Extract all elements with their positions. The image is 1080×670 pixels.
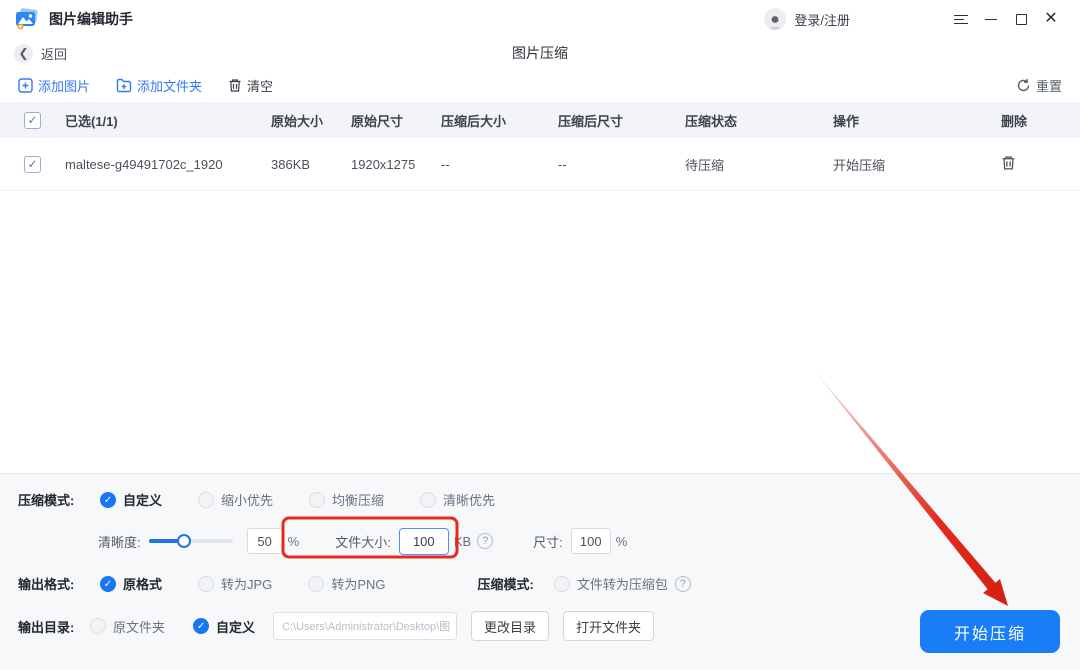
radio-icon: [308, 575, 325, 592]
table-row: ✓ maltese-g49491702c_1920 386KB 1920x127…: [0, 138, 1080, 191]
add-folder-button[interactable]: 添加文件夹: [116, 76, 202, 95]
back-arrow-icon: ❮: [14, 43, 33, 63]
row-delete-button[interactable]: [1001, 155, 1062, 174]
file-orig-dim: 1920x1275: [351, 156, 416, 172]
app-window: 图片编辑助手 登录/注册 ✕ 图片压缩 ❮ 返回 添加图片 添加文件夹 清空 重…: [0, 0, 1080, 670]
help-icon[interactable]: ?: [674, 575, 691, 592]
file-size-input[interactable]: [398, 527, 449, 555]
toolbar: 添加图片 添加文件夹 清空 重置: [0, 68, 1080, 102]
trash-icon: [1002, 155, 1015, 170]
clear-button[interactable]: 清空: [228, 76, 273, 95]
radio-icon: [553, 575, 570, 592]
col-status: 压缩状态: [685, 113, 738, 129]
settings-panel: 压缩模式: ✓ 自定义 缩小优先 均衡压缩 清晰优先 清晰度: 50 % 文件大…: [0, 473, 1080, 670]
col-action: 操作: [833, 113, 860, 129]
user-avatar[interactable]: [764, 8, 787, 30]
radio-shrink-priority[interactable]: 缩小优先: [198, 490, 273, 509]
back-button[interactable]: ❮ 返回: [14, 43, 67, 63]
row-checkbox[interactable]: ✓: [24, 155, 41, 173]
change-directory-button[interactable]: 更改目录: [471, 611, 550, 641]
slider-handle[interactable]: [176, 534, 191, 548]
output-format-row: 输出格式: ✓ 原格式 转为JPG 转为PNG 压缩模式: 文件转为压缩包 ?: [18, 574, 1062, 593]
maximize-button[interactable]: [1006, 6, 1036, 32]
close-button[interactable]: ✕: [1036, 6, 1066, 32]
col-comp-dim: 压缩后尺寸: [558, 113, 624, 129]
minimize-button[interactable]: [976, 6, 1006, 32]
radio-checked-icon: ✓: [100, 575, 116, 592]
reset-button[interactable]: 重置: [1016, 76, 1062, 95]
page-title: 图片压缩: [512, 45, 568, 61]
file-comp-dim: --: [558, 156, 567, 172]
radio-clarity-priority[interactable]: 清晰优先: [420, 490, 495, 509]
radio-icon: [198, 575, 215, 592]
reset-icon: [1017, 78, 1030, 91]
app-title: 图片编辑助手: [49, 11, 133, 27]
radio-icon: [90, 618, 106, 634]
radio-custom[interactable]: ✓ 自定义: [100, 490, 162, 509]
col-delete: 删除: [1001, 113, 1028, 129]
radio-original-folder[interactable]: 原文件夹: [90, 617, 165, 636]
start-compress-button[interactable]: 开始压缩: [920, 610, 1060, 653]
radio-checked-icon: ✓: [193, 618, 210, 634]
file-comp-size: --: [441, 156, 450, 172]
login-register-link[interactable]: 登录/注册: [794, 10, 850, 29]
file-size-group: 文件大小: KB ?: [325, 527, 503, 555]
title-bar: 图片编辑助手 登录/注册 ✕: [0, 0, 1080, 38]
radio-checked-icon: ✓: [100, 491, 116, 508]
file-name: maltese-g49491702c_1920: [65, 156, 223, 172]
dimension-group: 尺寸: %: [533, 528, 627, 554]
radio-to-png[interactable]: 转为PNG: [308, 574, 385, 593]
add-folder-icon: [116, 78, 132, 92]
custom-params-row: 清晰度: % 文件大小: KB ? 尺寸: %: [18, 522, 1062, 560]
radio-custom-folder[interactable]: ✓ 自定义: [193, 617, 255, 636]
clarity-slider[interactable]: [148, 534, 233, 548]
col-selected: 已选(1/1): [65, 113, 118, 129]
file-status: 待压缩: [685, 157, 725, 173]
radio-to-jpg[interactable]: 转为JPG: [198, 574, 272, 593]
file-orig-size: 386KB: [271, 156, 311, 172]
file-size-label: 文件大小:: [335, 534, 391, 550]
output-dir-label: 输出目录:: [18, 619, 75, 635]
compress-mode-row: 压缩模式: ✓ 自定义 缩小优先 均衡压缩 清晰优先: [18, 490, 1062, 509]
add-image-button[interactable]: 添加图片: [18, 76, 90, 95]
radio-original-format[interactable]: ✓ 原格式: [100, 574, 162, 593]
clarity-label: 清晰度:: [98, 534, 141, 550]
open-folder-button[interactable]: 打开文件夹: [563, 611, 655, 641]
radio-icon: [309, 491, 326, 508]
radio-icon: [420, 491, 437, 508]
dimension-unit: %: [615, 533, 628, 549]
app-logo-icon: [14, 6, 40, 32]
trash-icon: [229, 78, 241, 92]
output-path-input[interactable]: C:\Users\Administrator\Desktop\图: [273, 612, 458, 640]
col-orig-dim: 原始尺寸: [351, 113, 404, 129]
output-dir-row: 输出目录: 原文件夹 ✓ 自定义 C:\Users\Administrator\…: [18, 611, 1062, 641]
add-image-icon: [18, 77, 33, 93]
dimension-input[interactable]: [570, 528, 611, 554]
compress-mode-label: 压缩模式:: [18, 493, 75, 508]
archive-mode-label: 压缩模式:: [477, 577, 534, 592]
col-comp-size: 压缩后大小: [441, 113, 507, 129]
output-format-label: 输出格式:: [18, 577, 75, 592]
radio-icon: [198, 491, 215, 508]
file-size-unit: KB: [453, 533, 472, 549]
clarity-unit: %: [287, 533, 300, 549]
radio-archive[interactable]: 文件转为压缩包: [553, 574, 668, 593]
row-start-compress-link[interactable]: 开始压缩: [833, 155, 1001, 174]
clarity-input[interactable]: [246, 528, 283, 554]
sub-header: 图片压缩 ❮ 返回: [0, 38, 1080, 68]
dimension-label: 尺寸:: [533, 534, 563, 550]
menu-icon[interactable]: [946, 6, 976, 32]
help-icon[interactable]: ?: [477, 533, 494, 549]
table-header: ✓ 已选(1/1) 原始大小 原始尺寸 压缩后大小 压缩后尺寸 压缩状态 操作 …: [0, 102, 1080, 138]
col-orig-size: 原始大小: [271, 113, 324, 129]
radio-balanced[interactable]: 均衡压缩: [309, 490, 384, 509]
select-all-checkbox[interactable]: ✓: [24, 111, 41, 129]
